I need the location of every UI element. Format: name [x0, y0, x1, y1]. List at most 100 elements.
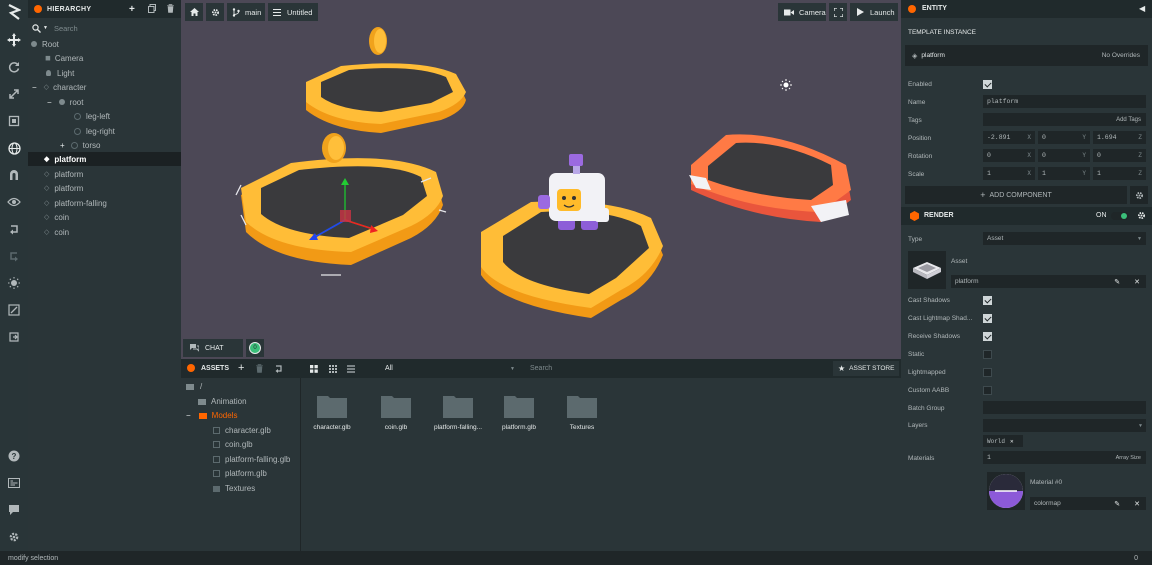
scale-z-input[interactable]: 1Z	[1093, 167, 1146, 180]
asset-file-platform[interactable]: platform.glb	[213, 469, 267, 478]
scene-viewport[interactable]: main Untitled Camera Launch CHAT 0	[181, 0, 901, 359]
layer-tag-world[interactable]: World ✕	[983, 435, 1023, 447]
asset-file-character[interactable]: character.glb	[213, 426, 271, 435]
search-options-caret-icon[interactable]: ▼	[43, 25, 48, 31]
template-instance-row[interactable]: ◈ platform No Overrides	[905, 45, 1148, 66]
light-gizmo-icon[interactable]	[780, 79, 792, 91]
hierarchy-search-input[interactable]: Search	[54, 24, 78, 33]
entity-settings-button[interactable]	[1130, 186, 1148, 204]
controls-icon[interactable]	[4, 473, 24, 493]
custom-aabb-checkbox[interactable]	[983, 386, 992, 395]
asset-file-platform-falling[interactable]: platform-falling.glb	[213, 455, 290, 464]
duplicate-entity-icon[interactable]	[148, 4, 156, 13]
lightmapped-checkbox[interactable]	[983, 368, 992, 377]
help-icon[interactable]: ?	[4, 446, 24, 466]
scale-y-input[interactable]: 1Y	[1038, 167, 1090, 180]
tree-item-light[interactable]: Light	[28, 66, 181, 80]
remove-layer-icon[interactable]: ✕	[1010, 438, 1014, 445]
platform-falling-model[interactable]	[689, 134, 851, 222]
logo-icon[interactable]	[4, 2, 24, 22]
code-editor-icon[interactable]	[4, 300, 24, 320]
world-space-icon[interactable]	[4, 138, 24, 158]
asset-field[interactable]: platform ✎ ✕	[951, 275, 1146, 288]
scene-render[interactable]	[181, 0, 901, 359]
asset-type-filter[interactable]: All ▼	[381, 362, 519, 375]
cast-shadows-checkbox[interactable]	[983, 296, 992, 305]
translate-tool-icon[interactable]	[4, 30, 24, 50]
publish-icon[interactable]	[4, 327, 24, 347]
tree-item-camera[interactable]: ◼ Camera	[28, 51, 181, 65]
rotation-z-input[interactable]: 0Z	[1093, 149, 1146, 162]
tree-item-root[interactable]: Root	[28, 37, 181, 51]
tree-item-leg-right[interactable]: leg-right	[28, 124, 181, 138]
undo-icon[interactable]	[4, 219, 24, 239]
tree-item-platform[interactable]: ◇ platform	[28, 181, 181, 195]
grid-large-view-icon[interactable]	[310, 365, 318, 373]
tree-item-torso[interactable]: + torso	[28, 138, 181, 152]
settings-gear-icon[interactable]	[4, 527, 24, 547]
clear-asset-icon[interactable]: ✕	[1134, 278, 1140, 286]
refresh-assets-icon[interactable]	[274, 364, 283, 373]
list-view-icon[interactable]	[347, 365, 355, 373]
asset-tile-coin[interactable]: coin.glb	[373, 394, 419, 431]
lightmapper-icon[interactable]	[4, 273, 24, 293]
materials-array-size-input[interactable]: 1 Array Size	[983, 451, 1146, 464]
clear-material-icon[interactable]: ✕	[1134, 500, 1140, 508]
selected-platform-model[interactable]	[235, 133, 447, 276]
layers-select[interactable]: ▼	[983, 419, 1146, 432]
render-component-header[interactable]: RENDER ON	[901, 207, 1152, 225]
collapse-toggle[interactable]: −	[47, 98, 52, 107]
enabled-checkbox[interactable]	[983, 80, 992, 89]
folder-animation[interactable]: Animation	[198, 397, 247, 406]
add-component-button[interactable]: + ADD COMPONENT	[905, 186, 1127, 204]
position-y-input[interactable]: 0Y	[1038, 131, 1090, 144]
scale-x-input[interactable]: 1X	[983, 167, 1035, 180]
collapse-toggle[interactable]: −	[186, 411, 191, 420]
folder-root[interactable]: /	[186, 382, 202, 391]
batch-group-select[interactable]	[983, 401, 1146, 414]
chat-button[interactable]: CHAT	[183, 339, 243, 357]
tree-item-platform[interactable]: ◇ platform	[28, 167, 181, 181]
expand-toggle[interactable]: +	[60, 141, 65, 150]
render-enabled-toggle[interactable]	[1111, 212, 1129, 220]
platform-model-top[interactable]	[306, 63, 466, 133]
static-checkbox[interactable]	[983, 350, 992, 359]
name-input[interactable]: platform	[983, 95, 1146, 108]
resize-tool-icon[interactable]	[4, 111, 24, 131]
collapse-toggle[interactable]: −	[32, 83, 37, 92]
focus-eye-icon[interactable]	[4, 192, 24, 212]
asset-store-button[interactable]: ★ ASSET STORE	[833, 361, 899, 376]
collapse-panel-icon[interactable]: ◀	[1139, 4, 1145, 13]
chat-count-badge[interactable]: 0	[246, 339, 264, 357]
tree-item-leg-left[interactable]: leg-left	[28, 109, 181, 123]
add-asset-icon[interactable]: +	[238, 362, 244, 374]
add-entity-icon[interactable]: +	[129, 4, 135, 15]
asset-search-input[interactable]: Search	[526, 362, 826, 375]
tree-item-character[interactable]: − ◇ character	[28, 80, 181, 94]
asset-folder-textures[interactable]: Textures	[213, 484, 255, 493]
snap-magnet-icon[interactable]	[4, 165, 24, 185]
tags-input[interactable]: Add Tags	[983, 113, 1146, 126]
asset-tile-textures[interactable]: Textures	[559, 394, 605, 431]
asset-tile-platform-falling[interactable]: platform-falling...	[427, 394, 489, 431]
rotate-tool-icon[interactable]	[4, 57, 24, 77]
tree-item-root-child[interactable]: − root	[28, 95, 181, 109]
grid-small-view-icon[interactable]	[329, 365, 337, 373]
position-z-input[interactable]: 1.694 Z	[1093, 131, 1146, 144]
delete-asset-icon[interactable]	[256, 364, 263, 373]
tree-item-platform-falling[interactable]: ◇ platform-falling	[28, 196, 181, 210]
edit-material-icon[interactable]: ✎	[1114, 500, 1120, 508]
material-thumbnail[interactable]	[987, 472, 1025, 510]
edit-asset-icon[interactable]: ✎	[1114, 278, 1120, 286]
scale-tool-icon[interactable]	[4, 84, 24, 104]
position-x-input[interactable]: -2.891 X	[983, 131, 1035, 144]
tree-item-coin[interactable]: ◇ coin	[28, 225, 181, 239]
asset-file-coin[interactable]: coin.glb	[213, 440, 253, 449]
cast-lightmap-shadows-checkbox[interactable]	[983, 314, 992, 323]
type-select[interactable]: Asset ▼	[983, 232, 1146, 245]
feedback-icon[interactable]	[4, 500, 24, 520]
material-field[interactable]: colormap ✎ ✕	[1030, 497, 1146, 510]
tree-item-coin[interactable]: ◇ coin	[28, 210, 181, 224]
rotation-y-input[interactable]: 0Y	[1038, 149, 1090, 162]
rotation-x-input[interactable]: 0X	[983, 149, 1035, 162]
